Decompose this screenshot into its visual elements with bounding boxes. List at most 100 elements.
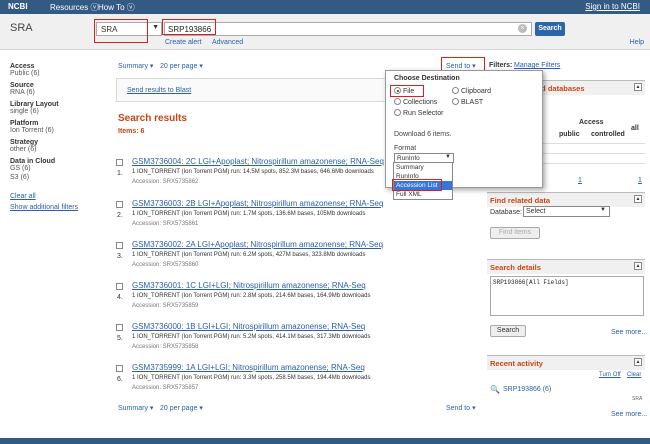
result-accession: Accession: SRX5735860: [132, 262, 199, 268]
search-details-textarea[interactable]: SRP193866[All Fields]: [490, 276, 644, 316]
chevron-down-icon: ▼: [445, 154, 451, 160]
collapse-icon[interactable]: ▲: [634, 195, 642, 203]
database-dropdown[interactable]: Select ▼: [523, 206, 610, 217]
filter-value[interactable]: other (6): [10, 146, 100, 153]
result-accession: Accession: SRX5735857: [132, 385, 199, 391]
summary-dropdown-bottom[interactable]: Summary ▾: [118, 404, 153, 412]
find-items-button[interactable]: Find items: [490, 227, 540, 239]
format-option[interactable]: Full XML: [394, 190, 452, 199]
chevron-down-icon: ▼: [152, 24, 159, 31]
count-link[interactable]: 1: [638, 177, 642, 184]
send-blast-link[interactable]: Send results to Blast: [127, 87, 191, 94]
footer-bar: [0, 438, 650, 444]
filter-value[interactable]: GS (6): [10, 165, 100, 172]
result-item: 3. GSM3736002: 2A LGI+Apoplast; Nitrospi…: [116, 240, 476, 278]
ncbi-logo[interactable]: NCBI: [8, 2, 28, 11]
help-link[interactable]: Help: [630, 39, 644, 46]
radio-clipboard[interactable]: Clipboard: [452, 87, 491, 95]
advanced-link[interactable]: Advanced: [212, 39, 243, 46]
highlight-box-term: [162, 19, 216, 35]
resources-menu[interactable]: Resources ⓥ: [50, 2, 98, 13]
result-title[interactable]: GSM3736000: 1B LGI+LGI; Nitrospirillum a…: [132, 322, 365, 331]
result-item: 5. GSM3736000: 1B LGI+LGI; Nitrospirillu…: [116, 322, 476, 360]
filter-title: Source: [10, 82, 34, 89]
result-checkbox[interactable]: [116, 283, 123, 290]
result-desc: 1 ION_TORRENT (Ion Torrent PGM) run: 5.2…: [132, 334, 371, 340]
result-accession: Accession: SRX5735862: [132, 179, 199, 185]
highlight-box-accession: [392, 179, 442, 191]
radio-run-selector[interactable]: Run Selector: [394, 109, 443, 117]
result-checkbox[interactable]: [116, 242, 123, 249]
result-number: 5.: [117, 335, 123, 342]
clear-link[interactable]: Clear: [627, 372, 641, 378]
chevron-down-icon: ▼: [600, 207, 606, 213]
radio-icon: [452, 98, 459, 105]
result-checkbox[interactable]: [116, 365, 123, 372]
result-desc: 1 ION_TORRENT (Ion Torrent PGM) run: 14.…: [132, 169, 374, 175]
see-more-link[interactable]: See more...: [611, 411, 647, 418]
result-desc: 1 ION_TORRENT (Ion Torrent PGM) run: 1.7…: [132, 211, 366, 217]
download-count: Download 6 items.: [394, 131, 452, 138]
search-input[interactable]: SRP193866 ×: [164, 22, 532, 36]
popup-title: Choose Destination: [394, 75, 460, 82]
send-to-dropdown-bottom[interactable]: Send to ▾: [446, 404, 476, 412]
filter-title: Strategy: [10, 139, 39, 146]
collapse-icon[interactable]: ▲: [634, 358, 642, 366]
howto-menu[interactable]: How To ⓥ: [98, 2, 135, 13]
result-title[interactable]: GSM3736003: 2B LGI+Apoplast; Nitrospiril…: [132, 199, 383, 208]
radio-blast[interactable]: BLAST: [452, 98, 483, 106]
filter-value[interactable]: Public (6): [10, 70, 100, 77]
result-number: 1.: [117, 170, 123, 177]
highlight-box-db: [94, 19, 148, 43]
filter-value[interactable]: single (6): [10, 108, 100, 115]
result-title[interactable]: GSM3736002: 2A LGI+Apoplast; Nitrospiril…: [132, 240, 383, 249]
result-checkbox[interactable]: [116, 159, 123, 166]
result-title[interactable]: GSM3736001: 1C LGI+LGI; Nitrospirillum a…: [132, 281, 366, 290]
filter-title: Library Layout: [10, 101, 59, 108]
signin-link[interactable]: Sign in to NCBI: [585, 2, 640, 11]
collapse-icon[interactable]: ▲: [634, 83, 642, 91]
result-title[interactable]: GSM3735999: 1A LGI+LGI; Nitrospirillum a…: [132, 363, 365, 372]
show-filters-link[interactable]: Show additional filters: [10, 204, 100, 211]
search-button[interactable]: Search: [535, 22, 565, 36]
filter-value[interactable]: Ion Torrent (6): [10, 127, 100, 134]
highlight-box-file: [390, 85, 424, 97]
create-alert-link[interactable]: Create alert: [165, 39, 202, 46]
result-desc: 1 ION_TORRENT (Ion Torrent PGM) run: 6.2…: [132, 252, 366, 258]
result-checkbox[interactable]: [116, 324, 123, 331]
format-option[interactable]: Summary: [394, 163, 452, 172]
search-details-button[interactable]: Search: [490, 325, 526, 337]
highlight-box-sendto: [441, 57, 485, 71]
clear-all-link[interactable]: Clear all: [10, 193, 100, 200]
result-number: 4.: [117, 294, 123, 301]
search-details-panel: Search details ▲: [487, 259, 645, 274]
filter-title: Platform: [10, 120, 39, 127]
collapse-icon[interactable]: ▲: [634, 262, 642, 270]
recent-db-label: SRA: [632, 396, 643, 402]
summary-dropdown[interactable]: Summary ▾: [118, 62, 153, 70]
result-checkbox[interactable]: [116, 201, 123, 208]
count-link[interactable]: 1: [578, 177, 582, 184]
filter-value[interactable]: RNA (6): [10, 89, 100, 96]
find-related-panel: Find related data ▲: [487, 192, 645, 207]
result-number: 6.: [117, 376, 123, 383]
clear-icon[interactable]: ×: [518, 24, 527, 33]
search-icon: 🔍: [490, 385, 500, 394]
per-page-dropdown[interactable]: 20 per page ▾: [160, 62, 203, 70]
result-number: 3.: [117, 253, 123, 260]
radio-icon: [394, 98, 401, 105]
database-name: SRA: [10, 22, 33, 34]
per-page-dropdown-bottom[interactable]: 20 per page ▾: [160, 404, 203, 412]
manage-filters-link[interactable]: Manage Filters: [514, 62, 560, 69]
search-results-heading: Search results: [118, 113, 187, 124]
radio-collections[interactable]: Collections: [394, 98, 437, 106]
items-count: Items: 6: [118, 128, 145, 135]
top-nav-bar: NCBI Resources ⓥ How To ⓥ Sign in to NCB…: [0, 0, 650, 14]
filter-title: Access: [10, 63, 35, 70]
turn-off-link[interactable]: Turn Off: [599, 372, 621, 378]
result-title[interactable]: GSM3736004: 2C LGI+Apoplast; Nitrospiril…: [132, 157, 384, 166]
recent-item-link[interactable]: SRP193866 (6): [503, 386, 551, 393]
filter-title: Data in Cloud: [10, 158, 56, 165]
see-more-link[interactable]: See more...: [611, 329, 647, 336]
filter-value[interactable]: S3 (6): [10, 174, 100, 181]
